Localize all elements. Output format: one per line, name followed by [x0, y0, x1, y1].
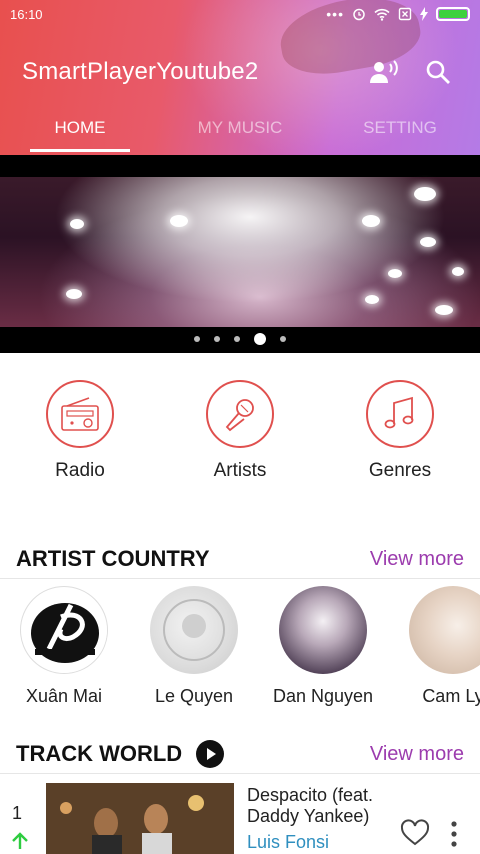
tab-home[interactable]: HOME [0, 108, 160, 152]
artist-name: Cam Ly [422, 686, 480, 706]
banner-carousel[interactable] [0, 155, 480, 353]
tab-my-music[interactable]: MY MUSIC [160, 108, 320, 152]
status-time: 16:10 [10, 6, 43, 22]
genres-button[interactable] [366, 380, 434, 448]
radio-button[interactable] [46, 380, 114, 448]
category-genres[interactable]: Genres [320, 380, 480, 490]
carousel-dot[interactable] [194, 336, 200, 342]
track-row[interactable]: 1 Despacito (feat. Daddy Yankee) Luis Fo… [0, 775, 480, 854]
battery-icon [436, 7, 470, 21]
header: 16:10 ••• SmartPlayerYoutube2 HOME MY MU… [0, 0, 480, 155]
status-icons: ••• [326, 6, 470, 22]
artist-name: Le Quyen [154, 686, 234, 706]
voice-search-button[interactable] [364, 52, 404, 92]
music-note-icon [384, 396, 414, 429]
category-label: Artists [213, 460, 267, 481]
artist-card[interactable]: Le Quyen [134, 586, 254, 706]
category-label: Radio [55, 460, 105, 481]
section-title: ARTIST COUNTRY [16, 546, 210, 571]
track-artist[interactable]: Luis Fonsi [247, 832, 329, 853]
trend-up-icon [12, 832, 28, 849]
artist-card[interactable]: Cam Ly [393, 586, 480, 706]
banner-image [0, 177, 480, 327]
track-world-header: TRACK WORLD View more [0, 736, 480, 772]
category-row: Radio Artists Genres [0, 380, 480, 490]
avatar [279, 586, 367, 674]
dots-icon: ••• [326, 6, 344, 22]
avatar [409, 586, 480, 674]
search-icon [426, 60, 450, 84]
avatar [20, 586, 108, 674]
carousel-dot[interactable] [234, 336, 240, 342]
app-title: SmartPlayerYoutube2 [22, 58, 259, 85]
favorite-icon[interactable] [400, 819, 430, 847]
track-thumbnail[interactable] [46, 783, 234, 854]
voice-search-icon [370, 60, 398, 83]
search-button[interactable] [418, 52, 458, 92]
artist-card[interactable]: Xuân Mai [4, 586, 124, 706]
status-bar: 16:10 ••• [0, 0, 480, 28]
tab-bar: HOME MY MUSIC SETTING [0, 108, 480, 152]
artists-button[interactable] [206, 380, 274, 448]
play-all-icon[interactable] [196, 740, 225, 768]
artist-card[interactable]: Dan Nguyen [263, 586, 383, 706]
wifi-icon [374, 8, 390, 21]
divider [0, 773, 480, 774]
charging-icon [420, 7, 428, 21]
carousel-dot-active[interactable] [254, 333, 266, 345]
artist-name: Xuân Mai [25, 686, 103, 706]
category-radio[interactable]: Radio [0, 380, 160, 490]
artist-country-view-more[interactable]: View more [370, 548, 464, 571]
microphone-icon [225, 399, 254, 432]
track-rank: 1 [12, 803, 23, 823]
category-artists[interactable]: Artists [160, 380, 320, 490]
artist-country-header: ARTIST COUNTRY View more [0, 541, 480, 577]
artist-name: Dan Nguyen [272, 686, 374, 706]
sim-off-icon [398, 7, 412, 21]
tab-setting[interactable]: SETTING [320, 108, 480, 152]
track-title: Despacito (feat. Daddy Yankee) [247, 785, 374, 826]
carousel-dot[interactable] [280, 336, 286, 342]
category-label: Genres [368, 460, 432, 481]
track-world-view-more[interactable]: View more [370, 743, 464, 766]
artist-list: Xuân Mai Le Quyen Dan Nguyen Cam Ly [0, 586, 480, 706]
app-bar: SmartPlayerYoutube2 [0, 48, 480, 96]
section-title-wrap: TRACK WORLD [16, 740, 370, 768]
alarm-icon [353, 8, 365, 21]
divider [0, 578, 480, 579]
more-options-icon[interactable] [450, 821, 458, 847]
section-title: TRACK WORLD [16, 741, 183, 766]
carousel-dot[interactable] [214, 336, 220, 342]
carousel-indicator [0, 333, 480, 345]
avatar [150, 586, 238, 674]
radio-icon [61, 397, 99, 431]
